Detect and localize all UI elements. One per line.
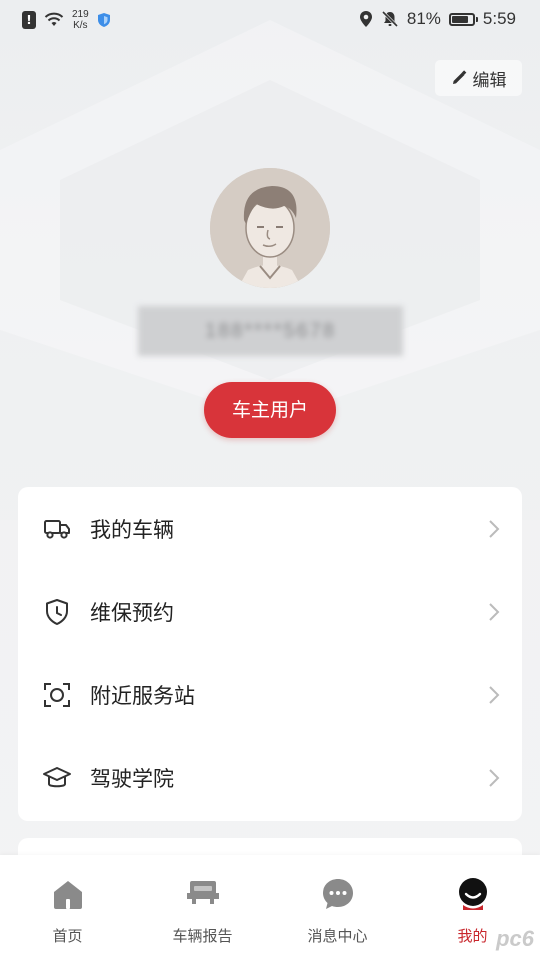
owner-badge-button[interactable]: 车主用户 — [204, 382, 336, 438]
battery-percent: 81% — [406, 9, 441, 28]
chat-icon — [322, 879, 353, 909]
menu-card: 我的车辆 维保预约 附近服务站 驾驶学院 — [18, 487, 522, 821]
clock: 5:59 — [482, 9, 516, 28]
tab-message-center[interactable]: 消息中心 — [270, 855, 405, 960]
menu-item-label: 驾驶学院 — [90, 766, 174, 791]
graduation-cap-icon — [42, 763, 72, 793]
profile-icon — [458, 878, 487, 910]
network-speed-unit: K/s — [73, 20, 88, 31]
tab-vehicle-report[interactable]: 车辆报告 — [135, 855, 270, 960]
location-icon — [359, 11, 372, 27]
username: 188****5678 — [138, 306, 403, 356]
truck-icon — [42, 514, 72, 544]
car-icon — [186, 881, 219, 904]
menu-item-label: 附近服务站 — [90, 683, 195, 708]
menu-item-my-vehicles[interactable]: 我的车辆 — [18, 487, 522, 570]
shield-clock-icon — [42, 597, 72, 627]
tab-label: 首页 — [52, 927, 83, 945]
menu-item-label: 维保预约 — [90, 600, 174, 625]
scan-icon — [42, 680, 72, 710]
bottom-tab-bar: 首页 车辆报告 消息中心 我的 pc6 — [0, 855, 540, 960]
wifi-icon — [44, 12, 64, 26]
status-right: 81% 5:59 — [359, 9, 516, 29]
pc6-watermark: pc6 — [496, 926, 534, 951]
avatar[interactable] — [210, 168, 330, 288]
tab-label: 消息中心 — [307, 927, 368, 945]
security-shield-icon — [97, 13, 110, 27]
alert-icon: ! — [22, 11, 36, 29]
edit-button[interactable]: 编辑 — [435, 60, 522, 96]
home-icon — [53, 881, 82, 909]
mute-bell-icon — [381, 10, 398, 28]
pencil-icon — [452, 70, 466, 84]
chevron-right-icon — [489, 602, 500, 621]
network-speed-value: 219 — [72, 9, 89, 20]
status-bar: ! 219 K/s 81% 5:59 — [0, 0, 540, 44]
avatar-illustration — [210, 168, 330, 288]
chevron-right-icon — [489, 519, 500, 538]
menu-item-maintenance-booking[interactable]: 维保预约 — [18, 570, 522, 653]
chevron-right-icon — [489, 685, 500, 704]
menu-item-nearby-service-stations[interactable]: 附近服务站 — [18, 653, 522, 736]
battery-level — [451, 15, 468, 23]
menu-item-label: 我的车辆 — [90, 517, 174, 542]
edit-label: 编辑 — [472, 70, 507, 91]
battery-icon — [448, 12, 478, 26]
tab-label: 车辆报告 — [172, 927, 233, 945]
menu-item-driving-academy[interactable]: 驾驶学院 — [18, 736, 522, 819]
chevron-right-icon — [489, 768, 500, 787]
tab-home[interactable]: 首页 — [0, 855, 135, 960]
network-speed: 219 K/s — [72, 9, 89, 31]
status-left: ! 219 K/s — [22, 9, 111, 31]
